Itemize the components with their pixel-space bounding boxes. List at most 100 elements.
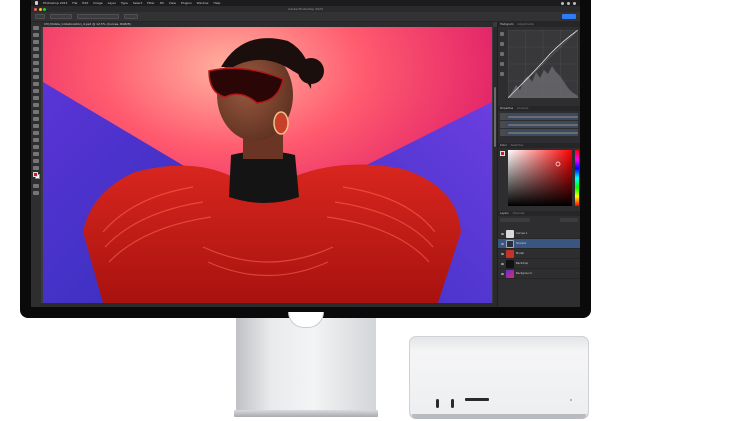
visibility-eye-icon[interactable] <box>501 242 504 245</box>
eyedropper-black-icon[interactable] <box>500 42 504 46</box>
share-button[interactable] <box>562 14 576 19</box>
marquee-tool-icon[interactable] <box>33 33 39 37</box>
healing-brush-tool-icon[interactable] <box>33 75 39 79</box>
photoshop-window: Photoshop 2023 File Edit Image Layer Typ… <box>31 0 580 307</box>
frame-tool-icon[interactable] <box>33 61 39 65</box>
layer-opacity-field[interactable] <box>560 218 578 222</box>
color-panel-tabs: Color Swatches <box>498 143 580 148</box>
usb-c-port <box>436 399 439 408</box>
layer-name: Curves 1 <box>516 232 528 235</box>
history-brush-tool-icon[interactable] <box>33 96 39 100</box>
option-button[interactable] <box>124 14 138 19</box>
visibility-eye-icon[interactable] <box>501 262 504 265</box>
visibility-eye-icon[interactable] <box>501 272 504 275</box>
eraser-tool-icon[interactable] <box>33 103 39 107</box>
option-checkbox-group[interactable] <box>77 14 119 19</box>
color-panel-foreground-swatch[interactable] <box>500 151 505 156</box>
tab-swatches[interactable]: Swatches <box>511 143 523 148</box>
layer-thumbnail <box>506 229 514 238</box>
layer-row[interactable]: Model <box>498 249 580 259</box>
tab-adjustments[interactable]: Adjustments <box>517 22 533 27</box>
blur-tool-icon[interactable] <box>33 117 39 121</box>
layers-filter-row <box>500 218 578 223</box>
visibility-eye-icon[interactable] <box>501 252 504 255</box>
product-scene: Photoshop 2023 File Edit Image Layer Typ… <box>0 0 750 421</box>
curves-graph[interactable] <box>508 30 578 98</box>
document-canvas[interactable] <box>43 27 492 303</box>
layer-blend-mode-dropdown[interactable] <box>500 218 530 222</box>
lasso-tool-icon[interactable] <box>33 40 39 44</box>
layer-thumbnail <box>506 249 514 258</box>
foreground-color-swatch[interactable] <box>33 172 38 177</box>
search-icon[interactable] <box>573 1 576 5</box>
right-panel-dock: Histogram Adjustments Properties Librari… <box>497 22 580 307</box>
layer-row-selected[interactable]: Shadow <box>498 239 580 249</box>
layer-row[interactable]: Curves 1 <box>498 229 580 239</box>
layer-row[interactable]: Background <box>498 269 580 279</box>
earring <box>273 111 289 135</box>
power-indicator-light <box>570 399 572 401</box>
adjustment-thumb <box>500 129 506 136</box>
wifi-icon[interactable] <box>567 1 570 5</box>
tool-options-bar <box>31 12 580 22</box>
layer-thumbnail <box>506 239 514 248</box>
clone-stamp-tool-icon[interactable] <box>33 89 39 93</box>
color-picker-field[interactable] <box>508 150 572 206</box>
tool-preset-picker[interactable] <box>35 14 45 19</box>
layers-panel-tabs: Layers Channels <box>498 211 580 216</box>
stand-base <box>234 410 378 417</box>
adjustment-thumb <box>500 121 506 128</box>
status-bar <box>41 303 497 307</box>
adjustment-slider[interactable] <box>508 123 578 126</box>
zoom-tool-icon[interactable] <box>33 166 39 170</box>
curves-preset-icon[interactable] <box>500 32 504 36</box>
gradient-tool-icon[interactable] <box>33 110 39 114</box>
visibility-eye-icon[interactable] <box>501 232 504 235</box>
usb-c-port <box>451 399 454 408</box>
tab-libraries[interactable]: Libraries <box>517 106 528 111</box>
adjustment-row[interactable] <box>500 113 578 120</box>
pencil-curve-icon[interactable] <box>500 72 504 76</box>
layer-name: Background <box>516 272 532 275</box>
move-tool-icon[interactable] <box>33 26 39 30</box>
menubar-status-area <box>561 1 576 5</box>
tab-channels[interactable]: Channels <box>513 211 525 216</box>
control-center-icon[interactable] <box>561 1 564 5</box>
dodge-tool-icon[interactable] <box>33 124 39 128</box>
properties-icon-strip <box>500 32 505 82</box>
mac-studio-base <box>412 414 586 419</box>
eyedropper-gray-icon[interactable] <box>500 52 504 56</box>
layer-thumbnail <box>506 269 514 278</box>
screen-mode-icon[interactable] <box>33 191 39 195</box>
pen-tool-icon[interactable] <box>33 131 39 135</box>
brush-tool-icon[interactable] <box>33 82 39 86</box>
quick-select-tool-icon[interactable] <box>33 47 39 51</box>
type-tool-icon[interactable] <box>33 138 39 142</box>
hue-slider[interactable] <box>575 150 579 206</box>
path-select-tool-icon[interactable] <box>33 145 39 149</box>
tab-color[interactable]: Color <box>500 143 507 148</box>
adjustment-slider[interactable] <box>508 115 578 118</box>
layer-name: Model <box>516 252 524 255</box>
hair-bun <box>298 58 324 84</box>
artwork-image <box>43 27 492 303</box>
hand-tool-icon[interactable] <box>33 159 39 163</box>
toolbar <box>31 22 41 307</box>
option-dropdown[interactable] <box>50 14 72 19</box>
adjustment-row[interactable] <box>500 121 578 128</box>
layer-row[interactable]: Backdrop <box>498 259 580 269</box>
crop-tool-icon[interactable] <box>33 54 39 58</box>
adjustment-slider[interactable] <box>508 131 578 134</box>
adjustment-row[interactable] <box>500 129 578 136</box>
shape-tool-icon[interactable] <box>33 152 39 156</box>
tab-histogram[interactable]: Histogram <box>500 22 513 27</box>
layer-thumbnail <box>506 259 514 268</box>
tab-properties[interactable]: Properties <box>500 106 513 111</box>
tab-layers[interactable]: Layers <box>500 211 509 216</box>
apple-logo-icon[interactable] <box>35 1 38 5</box>
scrollbar-thumb[interactable] <box>494 87 496 147</box>
eyedropper-tool-icon[interactable] <box>33 68 39 72</box>
quick-mask-icon[interactable] <box>33 184 39 188</box>
histogram-panel-tabs: Histogram Adjustments <box>498 22 580 27</box>
eyedropper-white-icon[interactable] <box>500 62 504 66</box>
